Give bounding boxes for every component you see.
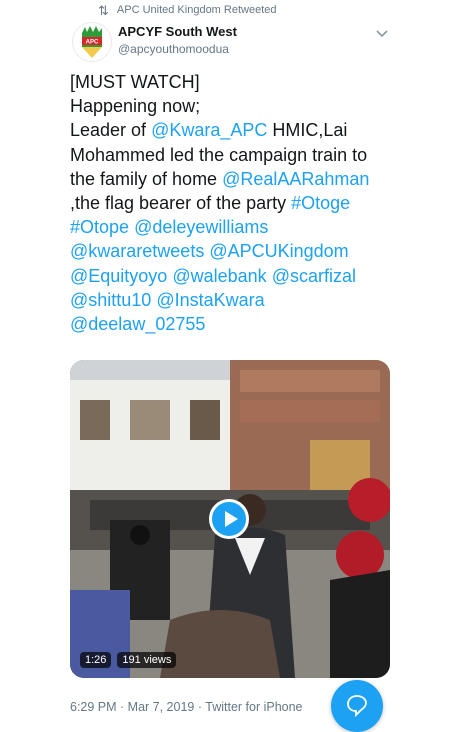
tweet-text-segment: ,the flag bearer of the party xyxy=(70,193,292,214)
chevron-down-icon[interactable] xyxy=(375,26,389,38)
tweet-line: @Equityoyo @walebank @scarfizal xyxy=(70,264,400,288)
tweet-text: [MUST WATCH] Happening now; Leader of @Kwa… xyxy=(70,70,400,336)
tweet-line: ,the flag bearer of the party #Otoge xyxy=(70,191,400,215)
tweet-line: Happening now; xyxy=(70,94,400,118)
tweet-text-segment: the family of home xyxy=(70,168,223,189)
tweet-header: APC APCYF South West @apcyouthomoodua xyxy=(72,22,402,66)
tweet-line: @deelaw_02755 xyxy=(70,312,400,336)
video-views: 191 views xyxy=(117,652,177,668)
video-badges: 1:26 191 views xyxy=(80,652,177,668)
mention-link[interactable]: @shittu10 xyxy=(70,290,151,310)
video-player[interactable]: 1:26 191 views xyxy=(70,360,390,678)
mention-link[interactable]: @kwararetweets xyxy=(70,241,204,261)
display-name[interactable]: APCYF South West xyxy=(118,24,237,39)
mention-link[interactable]: @InstaKwara xyxy=(156,290,264,310)
tweet-meta: 6:29 PM · Mar 7, 2019 · Twitter for iPho… xyxy=(70,700,303,714)
tweet-text-segment: [MUST WATCH] xyxy=(70,72,200,92)
mention-link[interactable]: @scarfizal xyxy=(272,266,356,286)
tweet-line: Leader of @Kwara_APC HMIC,Lai xyxy=(70,118,400,142)
compose-reply-button[interactable] xyxy=(331,680,383,732)
tweet-line: Mohammed led the campaign train to xyxy=(70,143,400,167)
tweet-line: @shittu10 @InstaKwara xyxy=(70,288,400,312)
tweet-line: @kwararetweets @APCUKingdom xyxy=(70,239,400,263)
retweet-context: ⇅ APC United Kingdom Retweeted xyxy=(98,2,277,18)
mention-link[interactable]: @Kwara_APC xyxy=(151,120,267,140)
tweet-text-segment: Happening now; xyxy=(70,96,201,117)
retweet-icon: ⇅ xyxy=(98,2,109,18)
tweet-line: [MUST WATCH] xyxy=(70,70,400,94)
avatar-text: APC xyxy=(86,40,99,46)
hashtag-link[interactable]: #Otope xyxy=(70,217,129,237)
mention-link[interactable]: @Equityoyo xyxy=(70,266,167,286)
mention-link[interactable]: @walebank xyxy=(172,266,266,286)
avatar-logo: APC xyxy=(82,26,102,58)
retweet-text: APC United Kingdom Retweeted xyxy=(116,4,277,16)
author-names: APCYF South West @apcyouthomoodua xyxy=(118,24,237,56)
tweet-text-segment: HMIC,Lai xyxy=(267,120,348,141)
tweet-line: the family of home @RealAARahman xyxy=(70,167,400,191)
play-button[interactable] xyxy=(209,499,249,539)
tweet-text-segment: Mohammed led the campaign train to xyxy=(70,144,368,165)
mention-link[interactable]: @deleyewilliams xyxy=(134,217,268,237)
play-icon xyxy=(225,511,238,527)
hashtag-link[interactable]: #Otoge xyxy=(291,193,350,213)
mention-link[interactable]: @APCUKingdom xyxy=(209,241,348,261)
video-duration: 1:26 xyxy=(80,652,112,668)
mention-link[interactable]: @deelaw_02755 xyxy=(70,314,205,334)
user-handle[interactable]: @apcyouthomoodua xyxy=(118,42,237,56)
avatar[interactable]: APC xyxy=(72,22,112,62)
tweet-text-segment: Leader of xyxy=(70,120,152,141)
reply-bubble-icon xyxy=(347,695,367,717)
mention-link[interactable]: @RealAARahman xyxy=(222,169,369,189)
tweet-line: #Otope @deleyewilliams xyxy=(70,215,400,239)
